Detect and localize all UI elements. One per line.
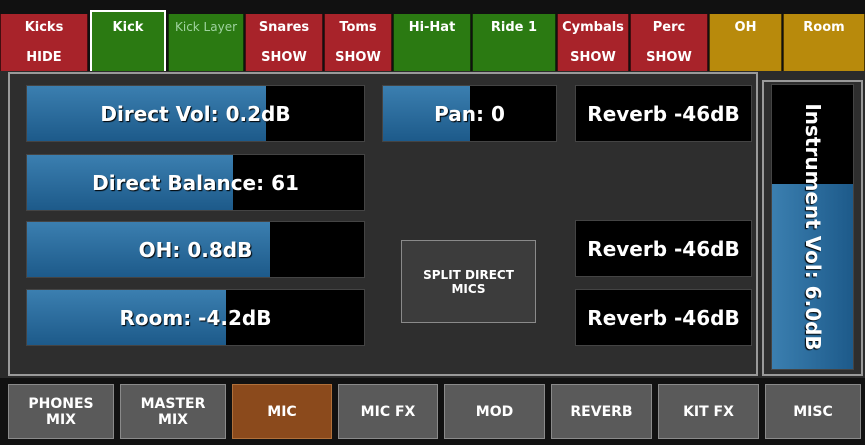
direct-balance-fader[interactable]: Direct Balance: 61 [26, 154, 365, 211]
instrument-vol-label-wrap: Instrument Vol: 6.0dB [771, 84, 854, 370]
channel-tab-bar: Kicks HIDE Kick Kick Layer Snares SHOW T… [0, 0, 865, 71]
tab-kick-layer[interactable]: Kick Layer [168, 14, 244, 71]
tab-snares-title: Snares [258, 20, 310, 35]
tab-room-title: Room [803, 20, 845, 35]
tab-kick[interactable]: Kick [90, 10, 166, 71]
tab-snares-toggle: SHOW [261, 50, 307, 65]
tab-phones-mix[interactable]: PHONES MIX [8, 384, 114, 439]
tab-cymbals-title: Cymbals [562, 20, 624, 35]
tab-hi-hat-title: Hi-Hat [408, 20, 456, 35]
tab-perc[interactable]: Perc SHOW [630, 14, 708, 71]
tab-kicks-toggle: HIDE [26, 50, 62, 65]
reverb-send-fader-3[interactable]: Reverb -46dB [575, 289, 752, 346]
tab-ride-1[interactable]: Ride 1 [472, 14, 556, 71]
tab-oh[interactable]: OH [709, 14, 782, 71]
tab-kick-layer-title: Kick Layer [174, 20, 238, 34]
tab-mic[interactable]: MIC [232, 384, 332, 439]
reverb-send-fader-1[interactable]: Reverb -46dB [575, 85, 752, 142]
tab-hi-hat[interactable]: Hi-Hat [393, 14, 471, 71]
split-direct-mics-button[interactable]: SPLIT DIRECT MICS [401, 240, 536, 323]
direct-vol-fader[interactable]: Direct Vol: 0.2dB [26, 85, 365, 142]
oh-fader[interactable]: OH: 0.8dB [26, 221, 365, 278]
tab-oh-title: OH [734, 20, 757, 35]
oh-label: OH: 0.8dB [138, 237, 253, 262]
tab-cymbals-toggle: SHOW [570, 50, 616, 65]
tab-mic-line1: MIC [267, 403, 297, 420]
tab-master-mix-line2: MIX [158, 411, 188, 428]
tab-master-mix[interactable]: MASTER MIX [120, 384, 226, 439]
tab-phones-mix-line1: PHONES [28, 395, 94, 412]
tab-kit-fx-line1: KIT FX [683, 403, 734, 420]
tab-reverb-line1: REVERB [570, 403, 633, 420]
room-label: Room: -4.2dB [119, 305, 272, 330]
mic-panel: Direct Vol: 0.2dB Direct Balance: 61 OH:… [8, 72, 758, 376]
tab-mod-line1: MOD [475, 403, 514, 420]
tab-ride-1-title: Ride 1 [490, 20, 538, 35]
tab-misc[interactable]: MISC [765, 384, 861, 439]
tab-kicks-title: Kicks [24, 20, 64, 35]
tab-mod[interactable]: MOD [444, 384, 545, 439]
tab-kit-fx[interactable]: KIT FX [658, 384, 759, 439]
tab-master-mix-line1: MASTER [140, 395, 206, 412]
split-direct-mics-line1: SPLIT DIRECT [423, 267, 514, 282]
reverb-send-1-label: Reverb -46dB [587, 101, 740, 126]
instrument-vol-label: Instrument Vol: 6.0dB [800, 103, 825, 351]
tab-toms-toggle: SHOW [335, 50, 381, 65]
page-tab-bar: PHONES MIX MASTER MIX MIC MIC FX MOD REV… [0, 378, 865, 445]
reverb-send-2-label: Reverb -46dB [587, 236, 740, 261]
reverb-send-fader-2[interactable]: Reverb -46dB [575, 220, 752, 277]
tab-perc-toggle: SHOW [646, 50, 692, 65]
direct-vol-label: Direct Vol: 0.2dB [100, 101, 291, 126]
pan-label: Pan: 0 [434, 101, 505, 126]
tab-misc-line1: MISC [793, 403, 833, 420]
tab-snares[interactable]: Snares SHOW [245, 14, 323, 71]
tab-reverb[interactable]: REVERB [551, 384, 652, 439]
tab-mic-fx[interactable]: MIC FX [338, 384, 438, 439]
room-fader[interactable]: Room: -4.2dB [26, 289, 365, 346]
pan-fader[interactable]: Pan: 0 [382, 85, 557, 142]
split-direct-mics-line2: MICS [451, 281, 486, 296]
tab-room[interactable]: Room [783, 14, 865, 71]
tab-mic-fx-line1: MIC FX [360, 403, 416, 420]
tab-cymbals[interactable]: Cymbals SHOW [557, 14, 629, 71]
tab-toms[interactable]: Toms SHOW [324, 14, 392, 71]
direct-balance-label: Direct Balance: 61 [92, 170, 299, 195]
tab-toms-title: Toms [339, 20, 377, 35]
tab-kick-title: Kick [112, 20, 144, 35]
tab-perc-title: Perc [652, 20, 686, 35]
tab-phones-mix-line2: MIX [46, 411, 76, 428]
tab-kicks[interactable]: Kicks HIDE [0, 14, 88, 71]
reverb-send-3-label: Reverb -46dB [587, 305, 740, 330]
